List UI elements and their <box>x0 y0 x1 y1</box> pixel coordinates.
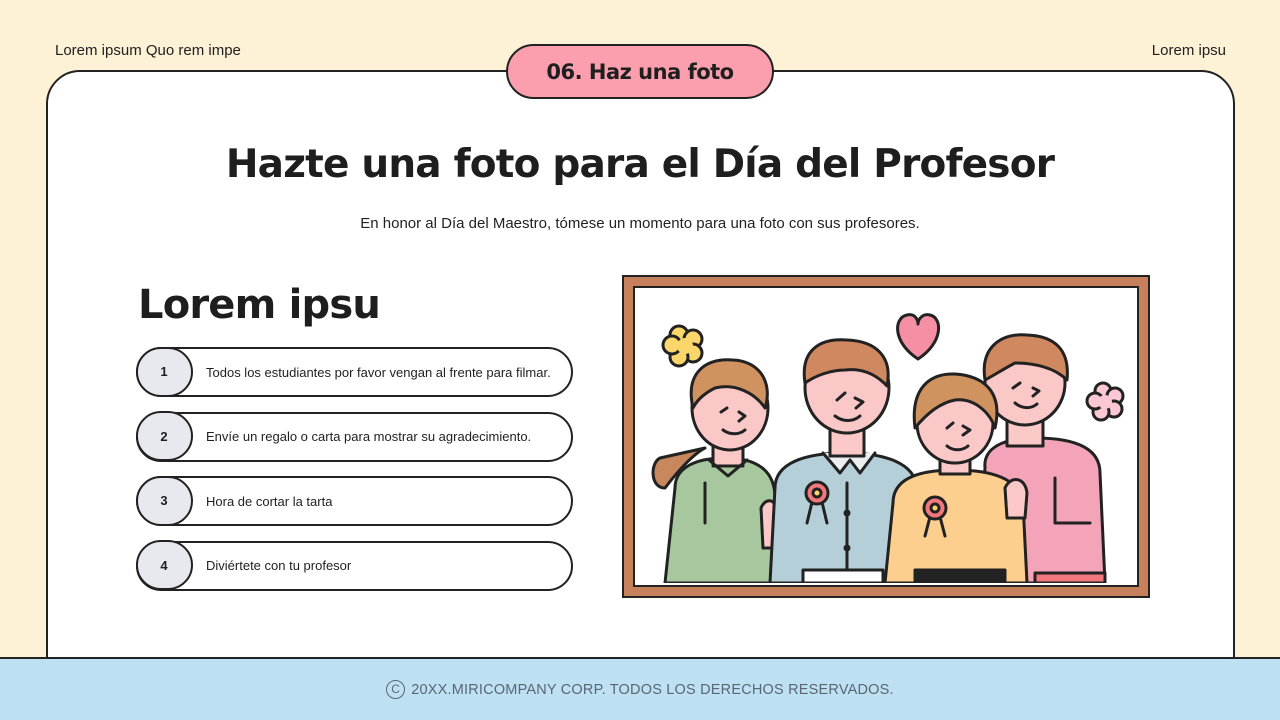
photo-frame <box>622 275 1150 598</box>
list-item: 2 Envíe un regalo o carta para mostrar s… <box>135 411 573 462</box>
page-title: Hazte una foto para el Día del Profesor <box>225 142 1055 187</box>
step-number: 1 <box>135 346 193 397</box>
person-illustration <box>651 358 779 583</box>
steps-list: 1 Todos los estudiantes por favor vengan… <box>135 346 573 605</box>
list-heading: Lorem ipsu <box>138 282 381 328</box>
step-number: 2 <box>135 411 193 461</box>
family-photo-illustration-icon <box>633 286 1139 587</box>
footer-bar: C 20XX.MIRICOMPANY CORP. TODOS LOS DEREC… <box>0 657 1280 720</box>
step-text: Envíe un regalo o carta para mostrar su … <box>206 429 532 444</box>
flower-icon <box>1085 381 1125 422</box>
step-number: 4 <box>135 540 193 590</box>
step-number: 3 <box>135 475 193 526</box>
list-item: 1 Todos los estudiantes por favor vengan… <box>135 346 573 397</box>
heart-icon <box>896 313 941 361</box>
step-text: Todos los estudiantes por favor vengan a… <box>206 364 551 380</box>
flower-icon <box>661 324 704 368</box>
header-right-text: Lorem ipsu <box>1151 42 1226 59</box>
copyright-icon: C <box>386 680 406 699</box>
list-item: 4 Diviértete con tu profesor <box>135 540 573 591</box>
list-item: 3 Hora de cortar la tarta <box>135 475 573 526</box>
step-text: Hora de cortar la tarta <box>206 493 333 509</box>
section-tab: 06. Haz una foto <box>506 44 774 99</box>
header-left-text: Lorem ipsum Quo rem impe <box>55 42 241 59</box>
page-subtitle: En honor al Día del Maestro, tómese un m… <box>360 215 920 232</box>
step-text: Diviértete con tu profesor <box>206 558 352 573</box>
footer-text: 20XX.MIRICOMPANY CORP. TODOS LOS DERECHO… <box>411 681 894 698</box>
